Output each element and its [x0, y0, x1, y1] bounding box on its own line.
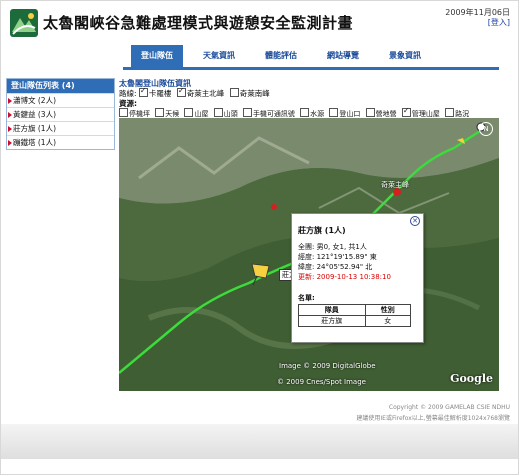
table-row: 莊方旗 女	[298, 315, 412, 327]
resource-label: 停機坪	[129, 110, 150, 118]
compass-icon[interactable]: N	[479, 122, 493, 136]
route-checkbox[interactable]	[229, 88, 239, 97]
members-table: 隊員 性別 莊方旗 女	[298, 304, 412, 327]
resource-label: 路況	[455, 110, 470, 118]
arrow-marker-icon	[8, 140, 12, 146]
column-header: 隊員	[298, 304, 366, 316]
imagery-credit: © 2009 Cnes/Spot Image	[277, 378, 366, 386]
resource-label: 管理山屋	[411, 110, 440, 118]
team-list-header: 登山隊伍列表 (4)	[7, 79, 114, 93]
footer-bar	[1, 424, 518, 459]
nav-tab-scenery[interactable]: 景象資訊	[379, 45, 431, 67]
member-gender: 女	[364, 315, 412, 327]
resource-checkbox[interactable]	[329, 108, 339, 117]
route-checkbox[interactable]	[176, 86, 186, 97]
resource-checkbox[interactable]	[119, 108, 128, 117]
login-link[interactable]: [登入]	[488, 17, 510, 28]
resource-label: 山頭	[223, 110, 238, 118]
resource-checkbox[interactable]	[300, 108, 310, 117]
copyright-text: Copyright © 2009 GAMELAB CSIE NDHU	[388, 404, 510, 411]
route-checkbox[interactable]	[138, 86, 148, 97]
arrow-marker-icon	[8, 98, 12, 104]
site-logo-icon	[9, 8, 39, 38]
team-list-item[interactable]: 蹦鐵塔 (1人)	[7, 135, 114, 149]
team-total: 全團: 男0, 女1, 共1人	[298, 243, 367, 251]
team-info-popup: ✕ 莊方旗 (1人) 全團: 男0, 女1, 共1人 經度: 121°19'15…	[291, 213, 424, 343]
member-name: 莊方旗	[298, 315, 366, 327]
resource-checkbox[interactable]	[445, 108, 455, 117]
browser-hint: 建議使用IE或Firefox以上,螢幕最佳解析度1024x768瀏覽	[356, 415, 510, 422]
route-label: 奇萊主北峰	[186, 89, 225, 98]
route-filter: 路線: 卡羅樓 奇萊主北峰 奇萊南峰	[119, 86, 273, 99]
close-icon[interactable]: ✕	[410, 216, 420, 226]
arrow-marker-icon	[8, 112, 12, 118]
team-longitude: 經度: 121°19'15.89" 東	[298, 253, 377, 261]
popup-title: 莊方旗 (1人)	[298, 226, 346, 235]
routes-label: 路線:	[119, 89, 137, 98]
resource-label: 登山口	[339, 110, 361, 118]
team-list-item[interactable]: 瀟博文 (2人)	[7, 93, 114, 107]
team-name: 黃鍵益 (3人)	[13, 110, 57, 119]
map-marker-icon	[271, 204, 277, 210]
team-list-item[interactable]: 莊方旗 (1人)	[7, 121, 114, 135]
team-list-item[interactable]: 黃鍵益 (3人)	[7, 107, 114, 121]
resource-label: 水源	[310, 110, 325, 118]
resource-checkbox[interactable]	[184, 108, 194, 117]
team-latitude: 緯度: 24°05'52.94" 北	[298, 263, 373, 271]
resource-label: 山屋	[194, 110, 209, 118]
nav-tab-sitemap[interactable]: 網站導覽	[317, 45, 369, 67]
resource-checkbox[interactable]	[155, 108, 165, 117]
team-updated: 更新: 2009-10-13 10:38:10	[298, 273, 391, 281]
arrow-marker-icon	[8, 126, 12, 132]
google-logo: Google	[450, 372, 493, 385]
site-title: 太魯閣峽谷急難處理模式與遊憩安全監測計畫	[43, 14, 354, 32]
resource-checkbox[interactable]	[401, 106, 411, 117]
resource-label: 天候	[165, 110, 180, 118]
members-label: 名單:	[298, 294, 315, 302]
map-place-label: 奇萊主峰	[381, 181, 409, 189]
team-name: 莊方旗 (1人)	[13, 124, 57, 133]
resource-checkbox[interactable]	[242, 108, 252, 117]
nav-underline	[123, 67, 499, 70]
resource-checkbox[interactable]	[365, 108, 375, 117]
route-label: 奇萊南峰	[239, 89, 270, 98]
column-header: 性別	[364, 304, 412, 316]
page-frame: 太魯閣峽谷急難處理模式與遊憩安全監測計畫 2009年11月06日 [登入] 登山…	[0, 0, 519, 475]
resource-checkbox[interactable]	[213, 108, 223, 117]
team-name: 瀟博文 (2人)	[13, 96, 57, 105]
nav-tab-weather[interactable]: 天氣資訊	[193, 45, 245, 67]
main-nav: 登山隊伍 天氣資訊 體能評估 網站導覽 景象資訊	[123, 45, 483, 67]
route-label: 卡羅樓	[148, 89, 172, 98]
nav-tab-teams[interactable]: 登山隊伍	[131, 45, 183, 67]
nav-tab-fitness[interactable]: 體能評估	[255, 45, 307, 67]
resource-label: 營地營	[375, 110, 397, 118]
resource-label: 手機可通訊號	[252, 110, 295, 118]
terrain-map[interactable]: 奇萊主峰 莊方旗 N Image © 2009 DigitalGlobe © 2…	[119, 118, 499, 391]
team-name: 蹦鐵塔 (1人)	[13, 138, 57, 147]
team-list-panel: 登山隊伍列表 (4) 瀟博文 (2人) 黃鍵益 (3人) 莊方旗 (1人) 蹦鐵…	[6, 78, 115, 150]
imagery-credit: Image © 2009 DigitalGlobe	[279, 362, 376, 370]
